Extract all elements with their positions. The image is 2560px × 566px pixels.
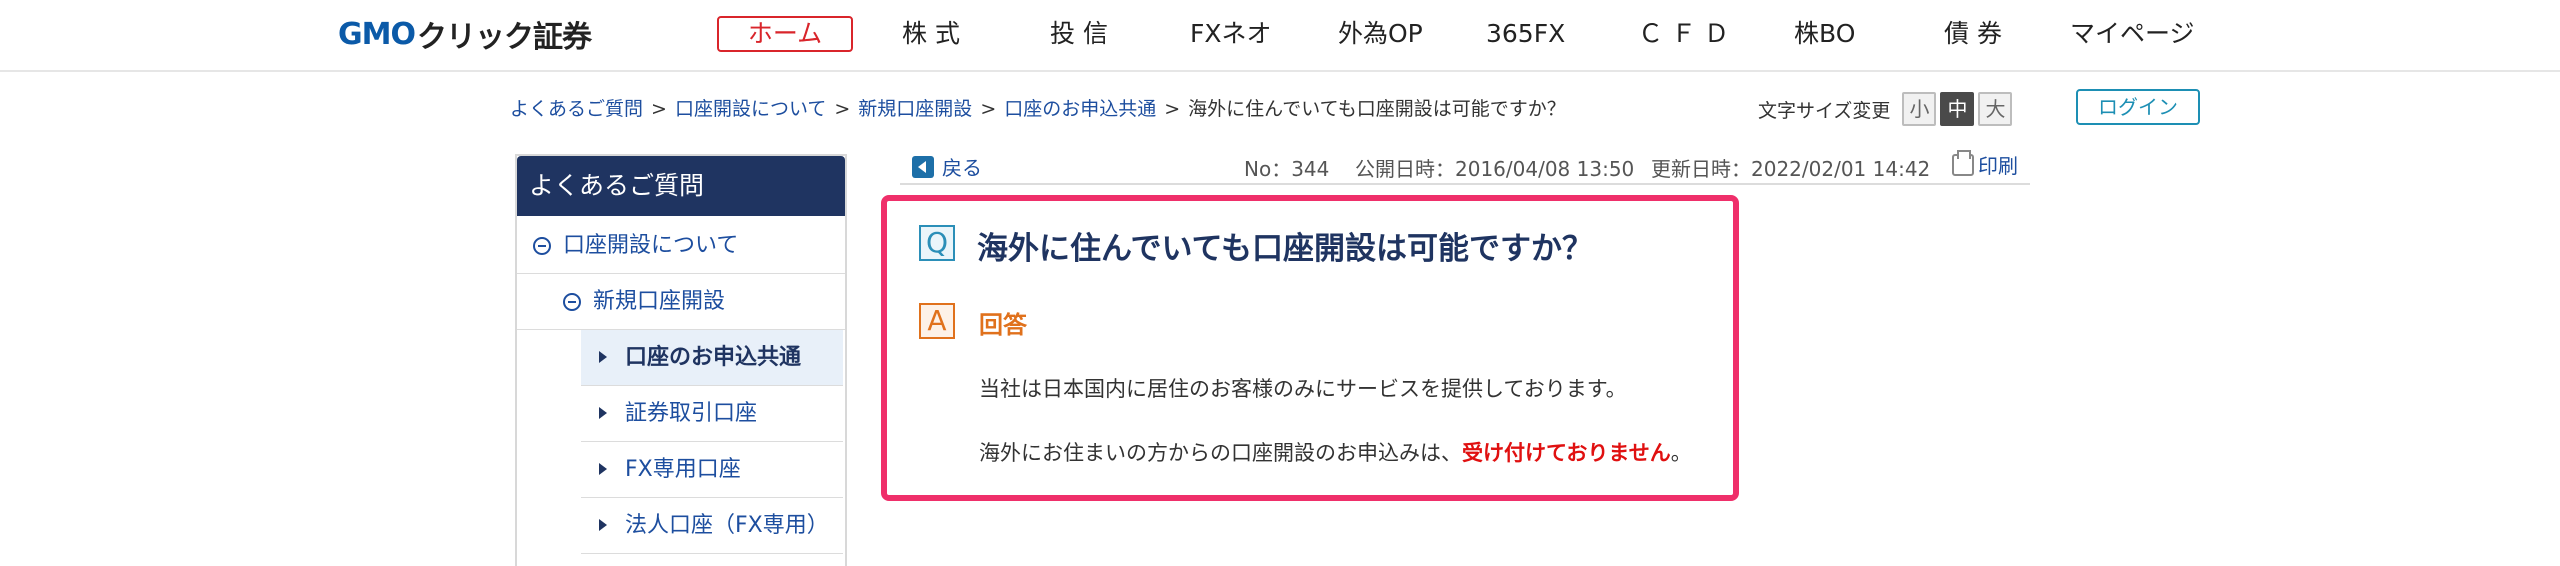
breadcrumb-separator: > (651, 98, 667, 120)
logo-gmo-text: GMO (338, 16, 416, 52)
answer-line-2-prefix: 海外にお住まいの方からの口座開設のお申込みは、 (979, 441, 1462, 465)
nav-stocks[interactable]: 株 式 (902, 16, 960, 52)
answer-emphasis: 受け付けておりません (1462, 441, 1671, 465)
breadcrumb-application-common[interactable]: 口座のお申込共通 (1004, 98, 1156, 120)
answer-heading: 回答 (979, 311, 1027, 339)
answer-line-2-suffix: 。 (1670, 441, 1692, 465)
nav-fx-neo[interactable]: FXネオ (1190, 16, 1272, 52)
font-size-large-button[interactable]: 大 (1978, 92, 2013, 126)
sidebar-item-account-opening[interactable]: 口座開設について (517, 218, 845, 274)
printer-icon (1952, 149, 1974, 176)
font-size-switcher: 文字サイズ変更 小 中 大 (1758, 92, 2016, 126)
nav-home[interactable]: ホーム (717, 16, 853, 52)
back-link[interactable]: 戻る (912, 152, 982, 181)
triangle-right-icon (599, 463, 607, 475)
sidebar-item-label: 口座開設について (563, 233, 739, 258)
sidebar-item-application-common[interactable]: 口座のお申込共通 (581, 330, 843, 386)
breadcrumb: よくあるご質問 > 口座開設について > 新規口座開設 > 口座のお申込共通 > 海外に住んでい… (510, 94, 1566, 121)
login-button[interactable]: ログイン (2076, 89, 2200, 125)
divider (900, 183, 2030, 185)
question-title: 海外に住んでいても口座開設は可能ですか？ (977, 231, 1593, 267)
nav-stock-bo[interactable]: 株BO (1794, 16, 1855, 52)
breadcrumb-faq[interactable]: よくあるご質問 (510, 98, 643, 120)
back-label: 戻る (942, 156, 982, 180)
answer-line-2: 海外にお住まいの方からの口座開設のお申込みは、受け付けておりません。 (979, 437, 1692, 467)
sidebar-item-corporate-fx-account[interactable]: 法人口座（FX専用） (581, 498, 843, 554)
nav-fx-option[interactable]: 外為OP (1338, 16, 1423, 52)
answer-line-1: 当社は日本国内に居住のお客様のみにサービスを提供しております。 (979, 377, 1627, 401)
triangle-right-icon (599, 351, 607, 363)
qa-highlight-box: Q 海外に住んでいても口座開設は可能ですか？ A 回答 当社は日本国内に居住のお… (881, 195, 1739, 501)
breadcrumb-account-opening[interactable]: 口座開設について (675, 98, 826, 120)
breadcrumb-separator: > (1164, 98, 1181, 120)
question-badge-icon: Q (919, 225, 955, 261)
sidebar-item-label: 新規口座開設 (593, 289, 726, 314)
sidebar-item-label: 証券取引口座 (625, 401, 758, 426)
breadcrumb-current: 海外に住んでいても口座開設は可能ですか？ (1188, 98, 1566, 120)
font-size-small-button[interactable]: 小 (1902, 92, 1937, 126)
nav-365fx[interactable]: 365FX (1486, 16, 1565, 52)
print-label: 印刷 (1978, 154, 2018, 178)
updated-date: 更新日時：2022/02/01 14:42 (1651, 157, 1931, 181)
back-arrow-icon (912, 155, 934, 178)
nav-cfd[interactable]: ＣＦＤ (1638, 16, 1737, 52)
font-size-label: 文字サイズ変更 (1758, 99, 1891, 122)
nav-mypage[interactable]: マイページ (2070, 16, 2195, 52)
nav-bonds[interactable]: 債 券 (1944, 16, 2002, 52)
site-header: GMO クリック証券 ホーム 株 式 投 信 FXネオ 外為OP 365FX Ｃ… (0, 0, 2560, 72)
sidebar-item-new-account[interactable]: 新規口座開設 (517, 274, 845, 330)
logo-click-text: クリック証券 (416, 20, 592, 55)
breadcrumb-separator: > (834, 98, 851, 120)
collapse-minus-icon[interactable] (533, 237, 551, 255)
sidebar-item-label: 法人口座（FX専用） (625, 513, 829, 538)
sidebar-item-label: 口座のお申込共通 (625, 345, 802, 370)
answer-badge-icon: A (919, 303, 955, 339)
nav-funds[interactable]: 投 信 (1050, 16, 1108, 52)
sidebar-item-fx-account[interactable]: FX専用口座 (581, 442, 843, 498)
faq-number: No：344 (1244, 157, 1330, 181)
breadcrumb-new-account[interactable]: 新規口座開設 (858, 98, 972, 120)
triangle-right-icon (599, 519, 607, 531)
published-date: 公開日時：2016/04/08 13:50 (1355, 157, 1635, 181)
gmo-click-logo[interactable]: GMO クリック証券 (338, 14, 592, 56)
faq-sidebar: よくあるご質問 口座開設について 新規口座開設 口座のお申込共通 証券取引口座 … (515, 154, 847, 566)
collapse-minus-icon[interactable] (563, 293, 581, 311)
print-link[interactable]: 印刷 (1952, 149, 2018, 179)
font-size-medium-button[interactable]: 中 (1940, 92, 1975, 126)
sidebar-item-securities-account[interactable]: 証券取引口座 (581, 386, 843, 442)
sidebar-title: よくあるご質問 (517, 156, 845, 216)
breadcrumb-separator: > (980, 98, 997, 120)
sidebar-item-label: FX専用口座 (625, 457, 741, 482)
triangle-right-icon (599, 407, 607, 419)
